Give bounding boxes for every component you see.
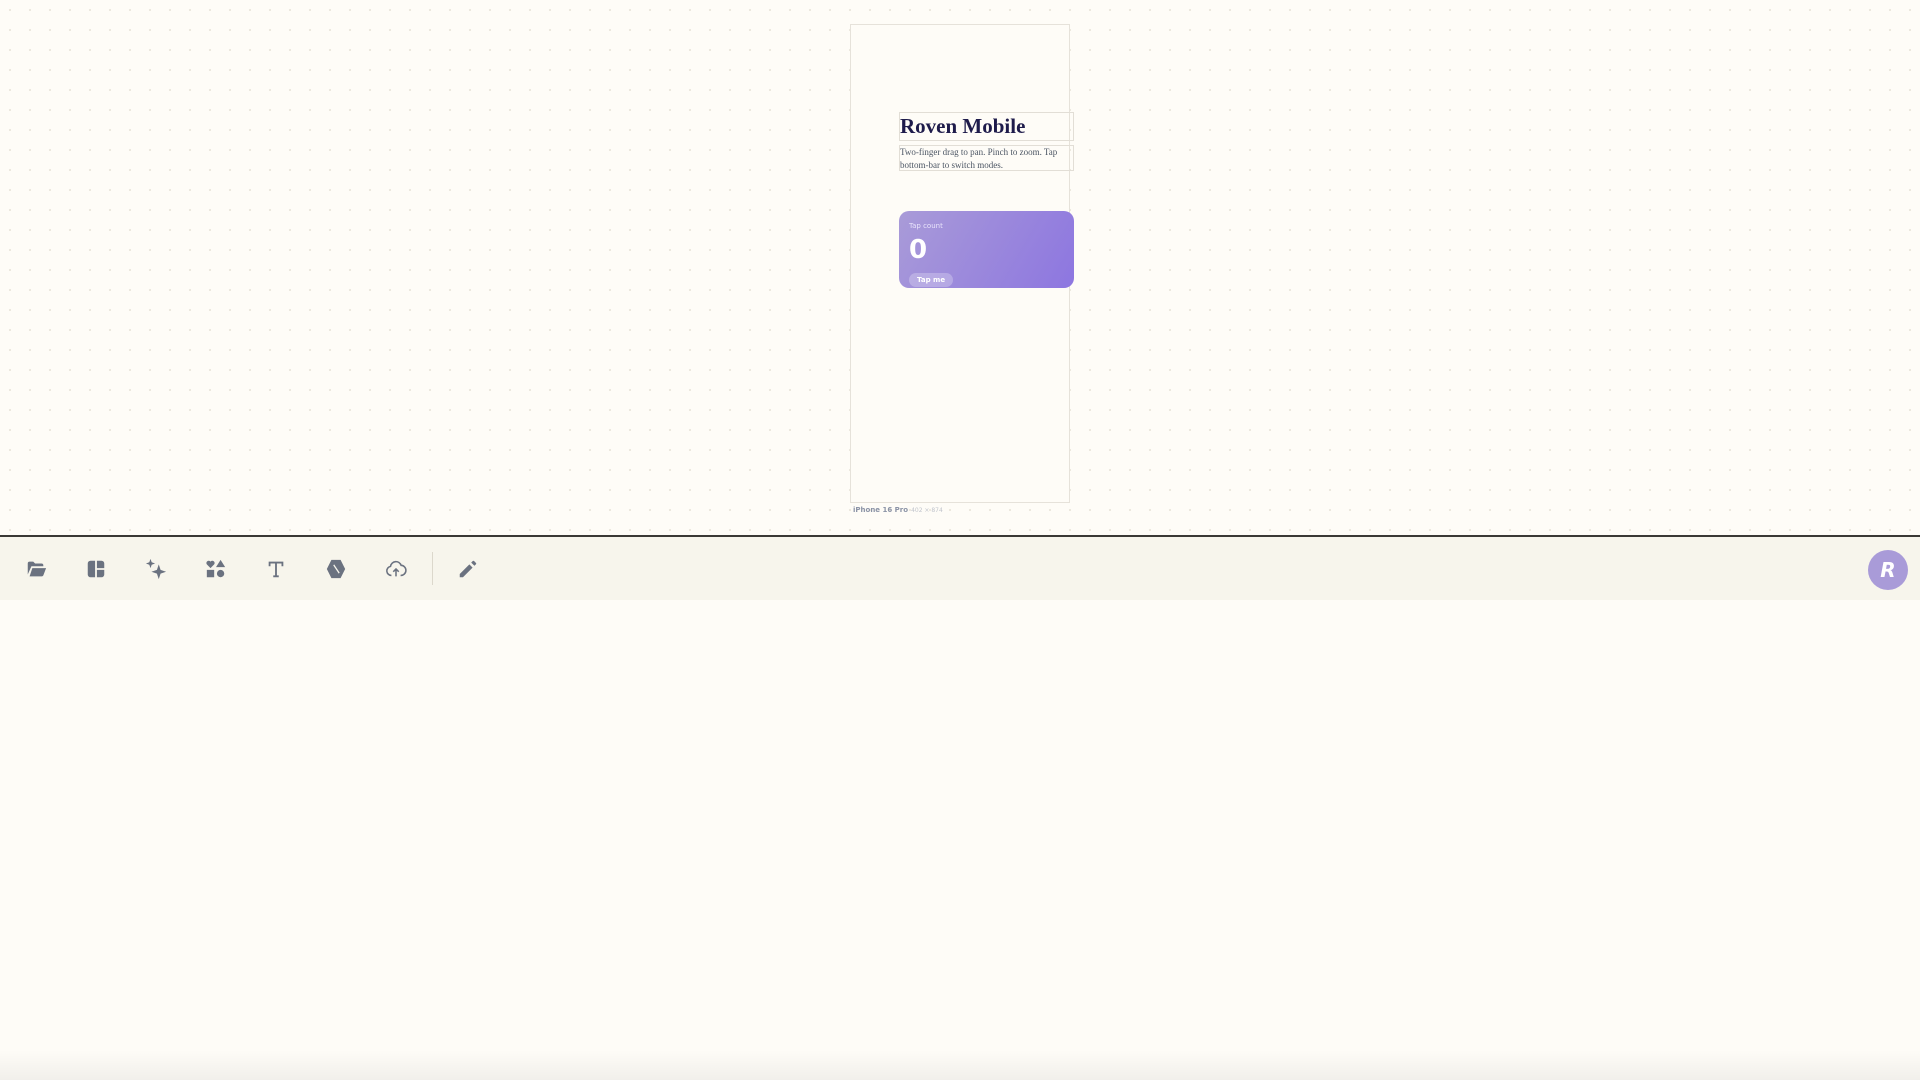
cloud-upload-icon bbox=[386, 560, 407, 577]
page-title[interactable]: Roven Mobile bbox=[899, 112, 1074, 141]
mask-icon bbox=[326, 559, 346, 579]
tap-count-card[interactable]: Tap count 0 Tap me bbox=[899, 211, 1074, 288]
text-button[interactable] bbox=[264, 557, 288, 581]
tap-count-label: Tap count bbox=[909, 222, 943, 230]
text-icon bbox=[268, 561, 284, 578]
toolbar-divider bbox=[432, 552, 433, 585]
upload-button[interactable] bbox=[384, 557, 408, 581]
user-avatar[interactable]: R bbox=[1868, 550, 1908, 590]
description-text[interactable]: Two-finger drag to pan. Pinch to zoom. T… bbox=[899, 145, 1074, 171]
layout-button[interactable] bbox=[84, 557, 108, 581]
shapes-icon bbox=[206, 559, 226, 578]
bottom-toolbar: R bbox=[0, 535, 1920, 600]
bottom-shadow bbox=[0, 1050, 1920, 1080]
tap-me-button[interactable]: Tap me bbox=[909, 273, 954, 287]
sparkles-icon bbox=[145, 558, 167, 580]
ai-button[interactable] bbox=[144, 557, 168, 581]
device-size: 402 × 874 bbox=[911, 507, 943, 514]
mask-button[interactable] bbox=[324, 557, 348, 581]
tap-count-value: 0 bbox=[909, 235, 928, 265]
folder-icon bbox=[27, 561, 47, 577]
design-canvas[interactable]: Roven Mobile Two-finger drag to pan. Pin… bbox=[0, 0, 1920, 535]
avatar-letter: R bbox=[1880, 558, 1896, 582]
device-name: iPhone 16 Pro bbox=[853, 506, 909, 514]
pencil-button[interactable] bbox=[456, 557, 480, 581]
layout-icon bbox=[87, 560, 105, 578]
device-label: iPhone 16 Pro 402 × 874 bbox=[853, 506, 943, 514]
pencil-icon bbox=[459, 560, 477, 578]
components-button[interactable] bbox=[204, 557, 228, 581]
folder-button[interactable] bbox=[24, 557, 48, 581]
